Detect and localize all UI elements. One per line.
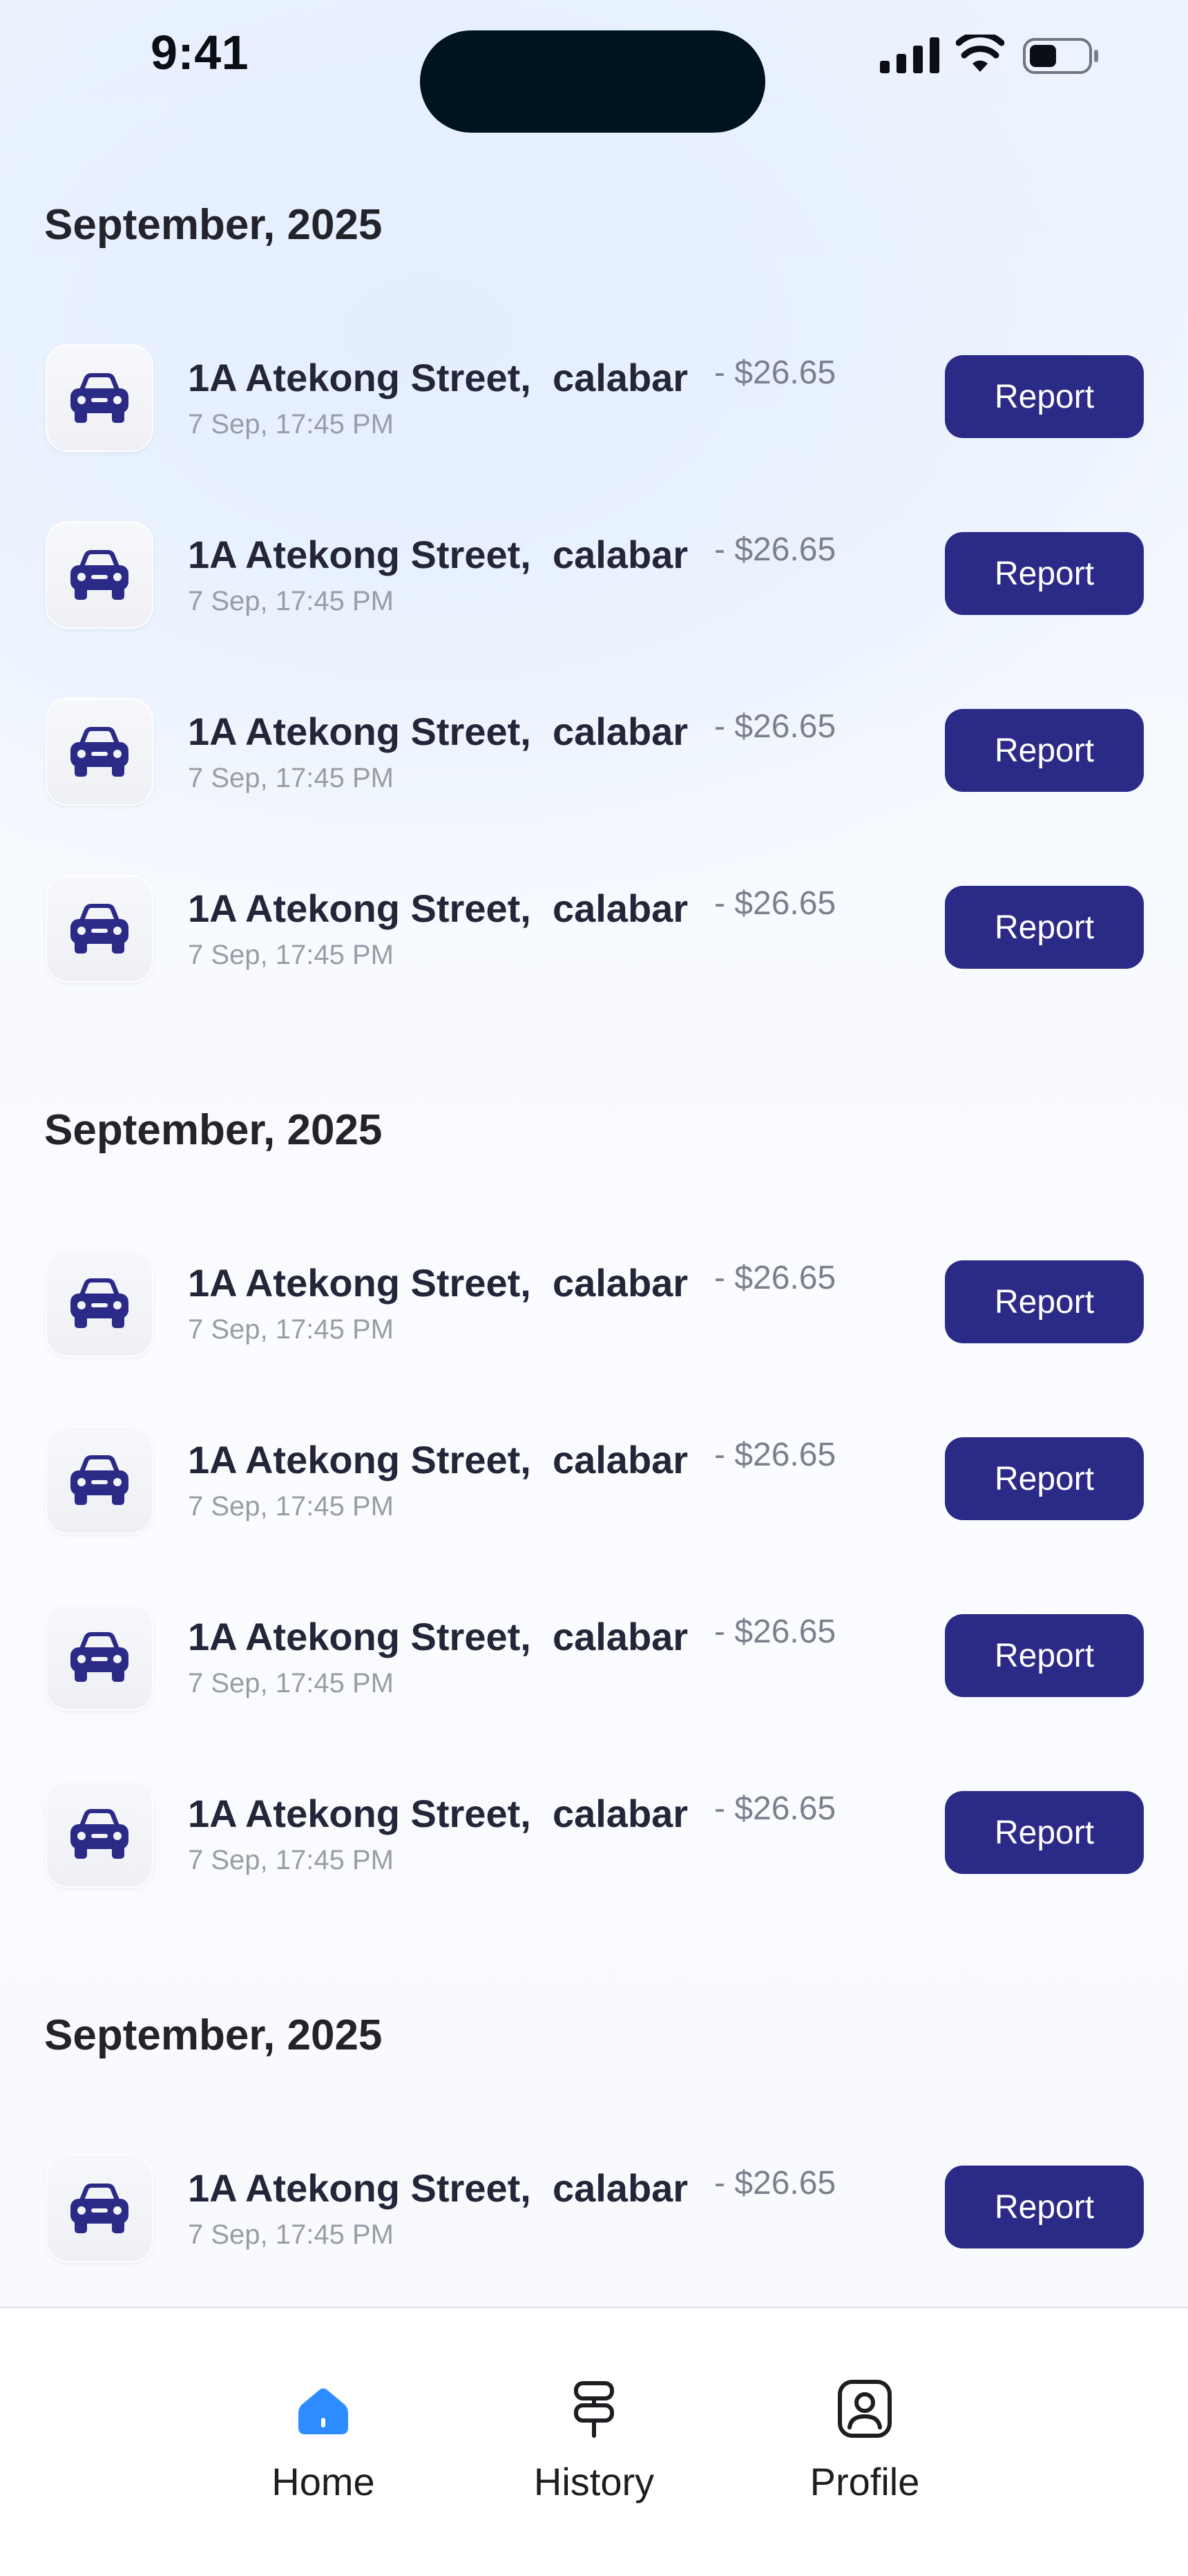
trip-date: 7 Sep, 17:45 PM (188, 1314, 394, 1345)
trip-date: 7 Sep, 17:45 PM (188, 2219, 394, 2250)
report-button[interactable]: Report (945, 532, 1144, 615)
trip-amount: - $26.65 (714, 885, 836, 922)
trip-address: 1A Atekong Street, calabar (188, 710, 689, 753)
car-icon (70, 1632, 128, 1682)
car-icon (70, 727, 128, 777)
car-icon (70, 1809, 128, 1859)
status-bar: 9:41 (0, 0, 1188, 133)
bottom-navigation: Home History Profile (0, 2307, 1188, 2576)
trip-amount: - $26.65 (714, 1790, 836, 1827)
wifi-icon (956, 35, 1004, 72)
car-icon (70, 1455, 128, 1505)
trip-row[interactable]: 1A Atekong Street, calabar - $26.65 7 Se… (0, 521, 1188, 632)
trip-icon-tile (46, 1426, 153, 1534)
trip-date: 7 Sep, 17:45 PM (188, 1668, 394, 1698)
nav-item-profile[interactable]: Profile (782, 2378, 948, 2530)
trip-address: 1A Atekong Street, calabar (188, 533, 689, 576)
trip-address: 1A Atekong Street, calabar (188, 2166, 689, 2210)
nav-label-history: History (533, 2460, 655, 2503)
trip-amount: - $26.65 (714, 1613, 836, 1650)
trip-icon-tile (46, 698, 153, 806)
nav-item-history[interactable]: History (511, 2378, 677, 2530)
car-icon (70, 2184, 128, 2233)
trip-icon-tile (46, 1603, 153, 1711)
trip-row[interactable]: 1A Atekong Street, calabar - $26.65 7 Se… (0, 1603, 1188, 1714)
report-button[interactable]: Report (945, 709, 1144, 792)
trip-address: 1A Atekong Street, calabar (188, 356, 689, 399)
trip-date: 7 Sep, 17:45 PM (188, 1845, 394, 1875)
trip-icon-tile (46, 1249, 153, 1357)
trip-date: 7 Sep, 17:45 PM (188, 586, 394, 616)
profile-icon (838, 2380, 892, 2438)
report-button[interactable]: Report (945, 355, 1144, 438)
trip-address: 1A Atekong Street, calabar (188, 1792, 689, 1835)
car-icon (70, 550, 128, 600)
cellular-signal-icon (880, 37, 939, 73)
dynamic-island (420, 30, 765, 133)
car-icon (70, 1278, 128, 1328)
report-button[interactable]: Report (945, 886, 1144, 969)
signpost-icon (574, 2381, 614, 2438)
trip-address: 1A Atekong Street, calabar (188, 1438, 689, 1481)
trip-history-screen: 9:41 September, 2025 1A Atekong Street, … (0, 0, 1188, 2576)
trip-amount: - $26.65 (714, 708, 836, 745)
car-icon (70, 904, 128, 954)
home-icon (298, 2388, 348, 2434)
trip-address: 1A Atekong Street, calabar (188, 887, 689, 930)
trip-date: 7 Sep, 17:45 PM (188, 1491, 394, 1522)
trip-row[interactable]: 1A Atekong Street, calabar - $26.65 7 Se… (0, 698, 1188, 808)
status-time: 9:41 (151, 26, 249, 79)
nav-label-profile: Profile (809, 2460, 920, 2503)
trip-icon-tile (46, 344, 153, 452)
trip-amount: - $26.65 (714, 1437, 836, 1473)
trip-row[interactable]: 1A Atekong Street, calabar - $26.65 7 Se… (0, 875, 1188, 985)
nav-item-home[interactable]: Home (240, 2378, 406, 2530)
battery-icon (1023, 38, 1098, 74)
trip-row[interactable]: 1A Atekong Street, calabar - $26.65 7 Se… (0, 1426, 1188, 1537)
trip-icon-tile (46, 1780, 153, 1888)
report-button[interactable]: Report (945, 2166, 1144, 2248)
section-title: September, 2025 (44, 1106, 383, 1154)
report-button[interactable]: Report (945, 1437, 1144, 1520)
report-button[interactable]: Report (945, 1614, 1144, 1697)
trip-amount: - $26.65 (714, 354, 836, 391)
trip-amount: - $26.65 (714, 1260, 836, 1296)
section-title: September, 2025 (44, 2011, 383, 2059)
trip-icon-tile (46, 875, 153, 983)
section-title: September, 2025 (44, 201, 383, 249)
trip-amount: - $26.65 (714, 531, 836, 568)
trip-amount: - $26.65 (714, 2165, 836, 2201)
nav-label-home: Home (271, 2460, 375, 2503)
trip-date: 7 Sep, 17:45 PM (188, 940, 394, 970)
trip-address: 1A Atekong Street, calabar (188, 1615, 689, 1658)
trip-row[interactable]: 1A Atekong Street, calabar - $26.65 7 Se… (0, 344, 1188, 455)
car-icon (70, 373, 128, 423)
trip-address: 1A Atekong Street, calabar (188, 1261, 689, 1305)
trip-row[interactable]: 1A Atekong Street, calabar - $26.65 7 Se… (0, 1780, 1188, 1891)
report-button[interactable]: Report (945, 1791, 1144, 1874)
trip-icon-tile (46, 521, 153, 629)
trip-date: 7 Sep, 17:45 PM (188, 763, 394, 793)
trip-icon-tile (46, 2154, 153, 2262)
trip-row[interactable]: 1A Atekong Street, calabar - $26.65 7 Se… (0, 1249, 1188, 1360)
report-button[interactable]: Report (945, 1260, 1144, 1343)
trip-date: 7 Sep, 17:45 PM (188, 409, 394, 439)
trip-row[interactable]: 1A Atekong Street, calabar - $26.65 7 Se… (0, 2154, 1188, 2265)
